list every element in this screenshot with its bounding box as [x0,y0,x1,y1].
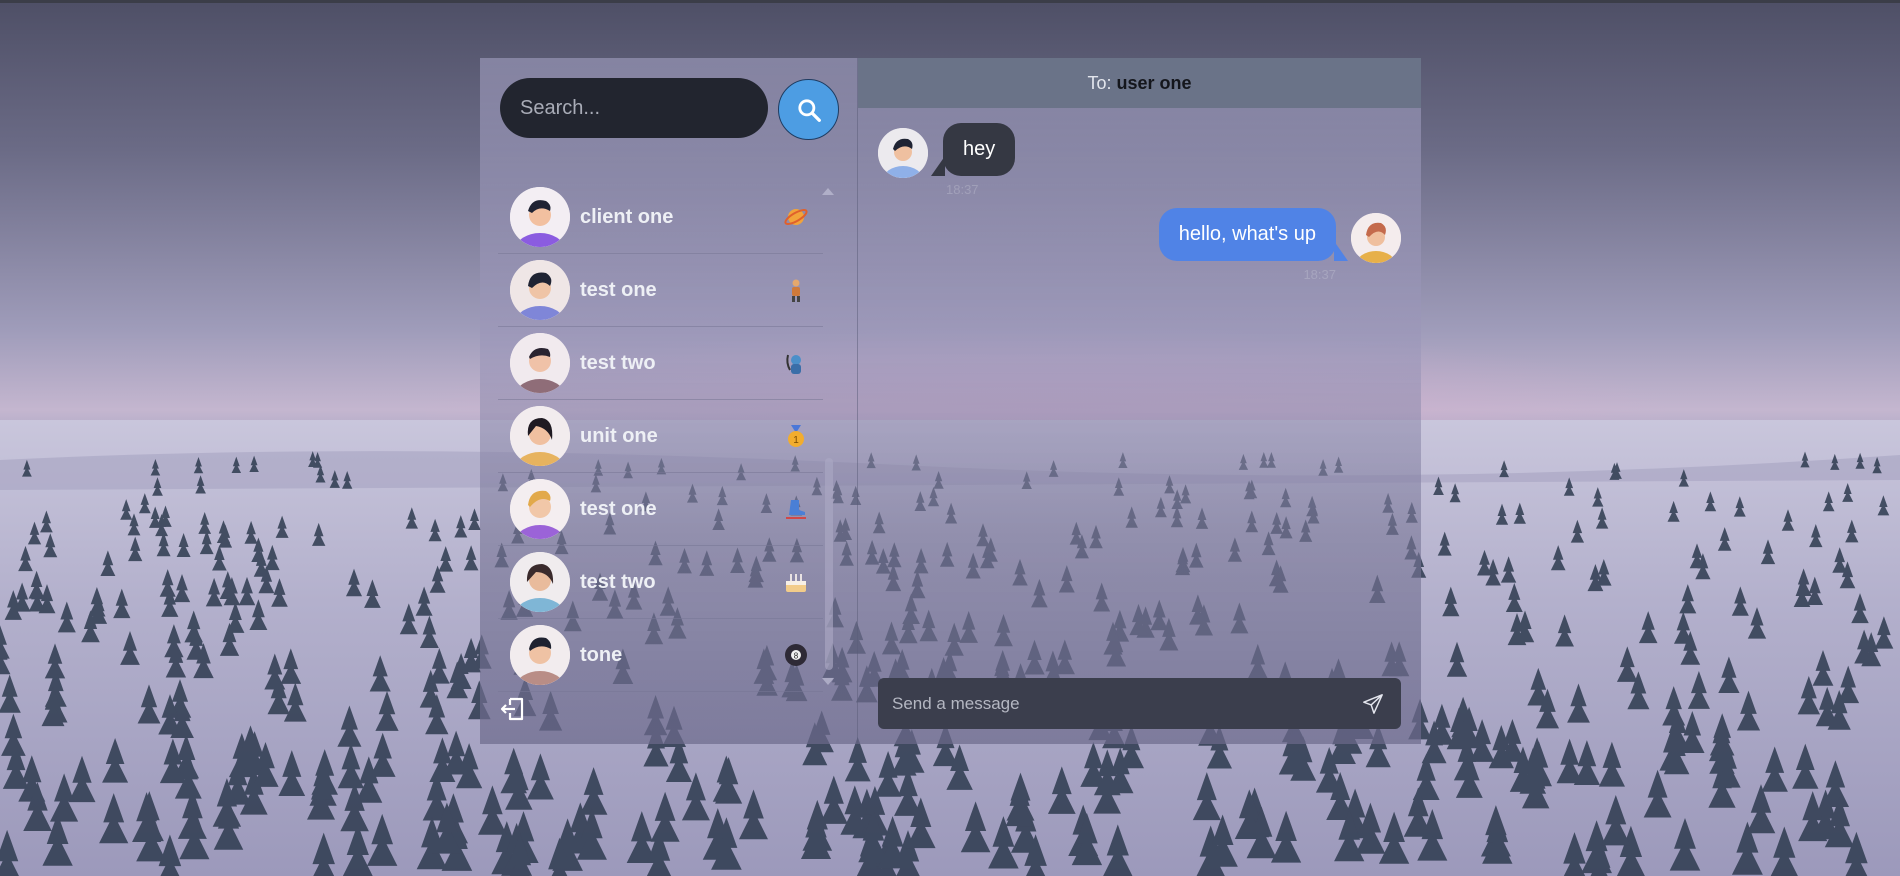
diver-icon [781,348,811,378]
scrollbar-thumb[interactable] [825,458,833,670]
search-button[interactable] [778,79,839,140]
cake-icon [781,567,811,597]
contact-name: test two [580,570,656,593]
avatar [510,187,570,247]
contact-item[interactable]: client one [498,181,823,254]
avatar [510,552,570,612]
top-border [0,0,1900,3]
logout-icon [500,697,524,721]
chat-app-panel: client one test one test two [480,58,1421,744]
message-timestamp: 18:37 [946,182,979,197]
person-icon [781,275,811,305]
chat-header: To: user one [858,58,1421,108]
contact-item[interactable]: tone 8 [498,619,823,692]
message-text: hey [963,138,996,160]
sender-avatar [878,128,928,178]
avatar [510,479,570,539]
message-composer [878,678,1401,729]
outgoing-message-bubble: hello, what's up [1158,208,1336,261]
avatar [510,333,570,393]
svg-text:1: 1 [793,435,799,446]
recipient-name: user one [1116,72,1192,93]
recipient-label: To: [1087,72,1112,93]
message-text: hello, what's up [1178,223,1316,245]
contact-list-scrollbar[interactable] [822,188,836,688]
contact-name: unit one [580,424,658,447]
search-input[interactable] [500,78,768,138]
medal-icon: 1 [781,421,811,451]
planet-icon [781,202,811,232]
eight-ball-icon: 8 [781,640,811,670]
contact-name: test two [580,351,656,374]
own-avatar [1351,213,1401,263]
scroll-up-arrow-icon[interactable] [822,188,834,195]
contact-name: tone [580,643,623,666]
logout-button[interactable] [500,696,526,722]
search-icon [797,98,821,122]
contact-item[interactable]: test one [498,473,823,546]
message-input[interactable] [878,678,1353,729]
contact-name: client one [580,205,674,228]
contact-item[interactable]: test two [498,546,823,619]
contact-item[interactable]: test two [498,327,823,400]
chat-window: To: user one hey 18:37 hello, what's up … [858,58,1421,744]
avatar [510,625,570,685]
skate-icon [781,494,811,524]
avatar [510,260,570,320]
outgoing-bubble-tail [1334,241,1348,261]
contact-name: test one [580,497,657,520]
scroll-down-arrow-icon[interactable] [822,678,834,685]
contact-item[interactable]: unit one 1 [498,400,823,473]
message-timestamp: 18:37 [1303,267,1336,282]
avatar [510,406,570,466]
contact-item[interactable]: test one [498,254,823,327]
contact-name: test one [580,278,657,301]
contact-list: client one test one test two unit one 1 … [498,181,823,692]
send-button[interactable] [1353,684,1393,724]
send-icon [1363,693,1383,714]
svg-text:8: 8 [794,652,799,661]
contacts-sidebar: client one test one test two [480,58,857,744]
incoming-message-bubble: hey [943,123,1016,176]
